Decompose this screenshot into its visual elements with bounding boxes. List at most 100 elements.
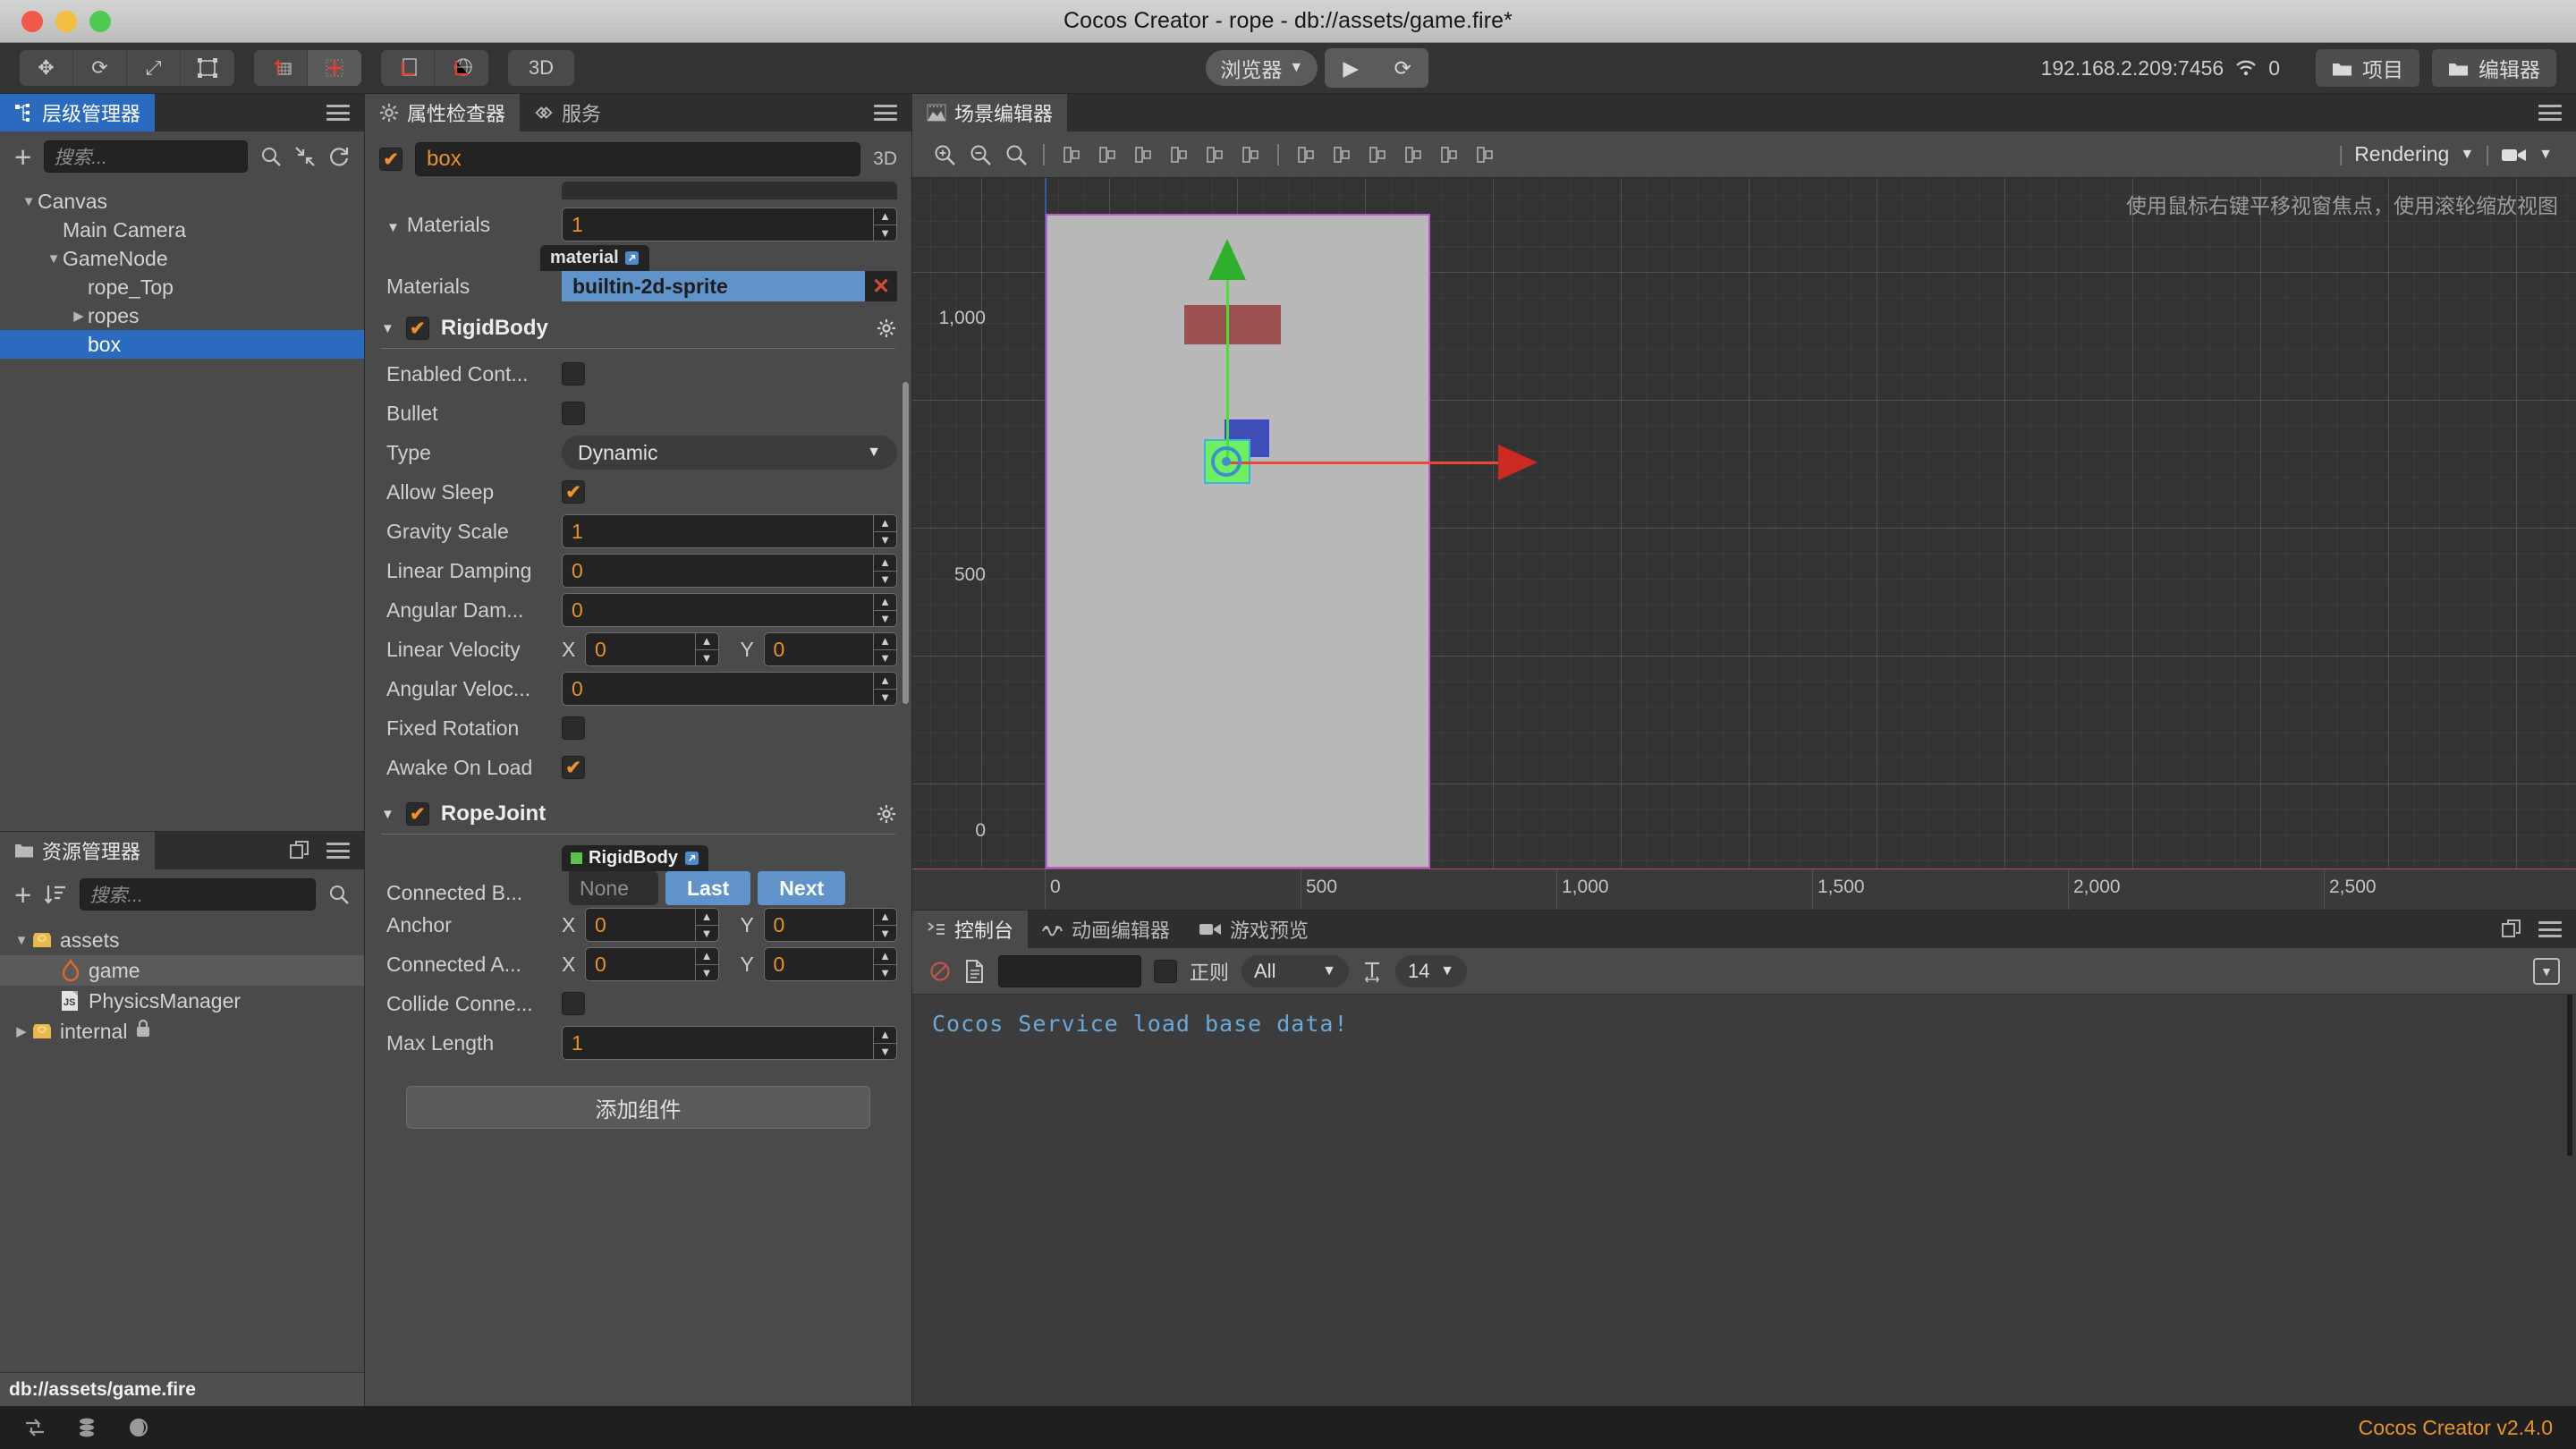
console-menu-icon[interactable] — [2538, 921, 2562, 937]
disclosure-triangle-icon[interactable]: ▶ — [70, 308, 88, 324]
disclosure-triangle-icon[interactable]: ▼ — [20, 194, 38, 209]
asset-item-assets[interactable]: ▼ assets — [0, 925, 364, 955]
sync-icon[interactable] — [23, 1416, 47, 1439]
collide-conne-checkbox[interactable] — [562, 992, 585, 1015]
move-tool-button[interactable]: ✥ — [20, 50, 73, 86]
angular-veloc-stepper[interactable]: ▲ ▼ — [873, 672, 896, 706]
materials-remove-button[interactable]: ✕ — [865, 271, 897, 301]
connected-body-next-button[interactable]: Next — [758, 871, 846, 905]
console-font-size-select[interactable]: 14 ▼ — [1395, 954, 1468, 987]
tab-services[interactable]: 服务 — [520, 94, 616, 131]
external-link-icon[interactable] — [684, 851, 699, 866]
triangle-down-icon[interactable]: ▼ — [386, 220, 400, 235]
assets-menu-icon[interactable] — [326, 843, 350, 859]
gizmo-y-arrow[interactable] — [1208, 239, 1246, 280]
console-scroll-bottom-button[interactable]: ▼ — [2533, 957, 2560, 985]
distribute-center-icon-button[interactable] — [1431, 137, 1467, 173]
tab-assets[interactable]: 资源管理器 — [0, 832, 156, 869]
distribute-left-icon-button[interactable] — [1395, 137, 1431, 173]
disclosure-triangle-icon[interactable]: ▼ — [45, 251, 63, 267]
allow-sleep-checkbox[interactable]: ✔ — [562, 480, 585, 504]
assets-tree[interactable]: ▼ assets game JS PhysicsManager ▶ internal — [0, 919, 364, 1372]
anchor-y-stepper[interactable]: ▲ ▼ — [873, 908, 896, 942]
console-level-filter[interactable]: All ▼ — [1241, 954, 1350, 987]
camera-icon[interactable] — [2501, 146, 2528, 164]
scale-tool-button[interactable]: ⤢ — [127, 50, 181, 86]
rope-top-sprite[interactable] — [1184, 305, 1281, 344]
chevron-down-icon[interactable]: ▼ — [2538, 147, 2553, 163]
assets-search-input[interactable]: 搜索... — [80, 878, 316, 911]
hierarchy-node-ropes[interactable]: ▶ ropes — [0, 301, 364, 330]
asset-item-internal[interactable]: ▶ internal — [0, 1016, 364, 1046]
collapse-all-icon[interactable] — [294, 146, 316, 167]
enabled-cont-checkbox[interactable] — [562, 362, 585, 386]
tab-animation[interactable]: 动画编辑器 — [1028, 911, 1185, 948]
eye-icon[interactable] — [127, 1416, 150, 1439]
anchor-x-stepper[interactable]: ▲ ▼ — [694, 908, 718, 942]
zoom-out-button[interactable] — [962, 137, 998, 173]
hierarchy-node-box[interactable]: box — [0, 330, 364, 359]
popout-icon[interactable] — [2501, 919, 2522, 940]
tab-scene-editor[interactable]: 场景编辑器 — [912, 94, 1068, 131]
console-filter-input[interactable] — [998, 954, 1141, 987]
add-node-button[interactable]: + — [14, 142, 31, 172]
inspector-scrollbar[interactable] — [902, 382, 909, 704]
hierarchy-node-canvas[interactable]: ▼ Canvas — [0, 187, 364, 216]
gravity-scale-input[interactable]: 1 ▲ ▼ — [562, 514, 897, 548]
materials-count-input[interactable]: 1 ▲ ▼ — [562, 208, 897, 242]
align-center-h-icon-button[interactable] — [1089, 137, 1125, 173]
local-coord-tool-button[interactable] — [381, 50, 435, 86]
tab-inspector[interactable]: 属性检查器 — [365, 94, 521, 131]
asset-item-game[interactable]: game — [0, 955, 364, 986]
project-button[interactable]: 项目 — [2316, 49, 2420, 87]
search-icon[interactable] — [328, 884, 350, 905]
fixed-rotation-checkbox[interactable] — [562, 716, 585, 740]
refresh-icon[interactable] — [328, 146, 350, 167]
linear-damping-stepper[interactable]: ▲ ▼ — [873, 554, 896, 588]
sort-icon[interactable] — [44, 883, 67, 906]
linear-damping-input[interactable]: 0 ▲ ▼ — [562, 554, 897, 588]
add-component-button[interactable]: 添加组件 — [406, 1086, 870, 1129]
asset-item-physicsmanager[interactable]: JS PhysicsManager — [0, 986, 364, 1016]
gizmo-x-axis[interactable] — [1227, 462, 1500, 464]
node-enabled-checkbox[interactable]: ✔ — [379, 148, 402, 171]
linear-velocity-x-stepper[interactable]: ▲ ▼ — [694, 632, 718, 666]
play-button[interactable]: ▶ — [1325, 56, 1377, 80]
gear-icon[interactable] — [876, 803, 897, 825]
awake-on-load-checkbox[interactable]: ✔ — [562, 756, 585, 779]
refresh-button[interactable]: ⟳ — [1377, 56, 1428, 80]
materials-count-stepper[interactable]: ▲ ▼ — [873, 208, 896, 242]
save-log-button[interactable] — [964, 959, 986, 983]
zoom-in-button[interactable] — [927, 137, 962, 173]
align-middle-icon-button[interactable] — [1197, 137, 1233, 173]
distribute-right-icon-button[interactable] — [1467, 137, 1503, 173]
popout-icon[interactable] — [289, 840, 310, 861]
gizmo-y-axis[interactable] — [1226, 276, 1229, 462]
distribute-middle-icon-button[interactable] — [1324, 137, 1360, 173]
tab-console[interactable]: 控制台 — [912, 911, 1029, 948]
center-tool-button[interactable] — [308, 50, 361, 86]
align-bottom-icon-button[interactable] — [1233, 137, 1268, 173]
align-top-icon-button[interactable] — [1161, 137, 1197, 173]
connected-a-x-input[interactable]: 0 ▲ ▼ — [585, 947, 719, 981]
rigidbody-enabled-checkbox[interactable]: ✔ — [405, 317, 429, 340]
render-mode-label[interactable]: Rendering — [2354, 142, 2449, 166]
external-link-icon[interactable] — [624, 250, 640, 266]
chevron-down-icon[interactable]: ▼ — [2460, 147, 2474, 163]
anchor-x-input[interactable]: 0 ▲ ▼ — [585, 908, 719, 942]
angular-dam-input[interactable]: 0 ▲ ▼ — [562, 593, 897, 627]
disclosure-triangle-icon[interactable]: ▶ — [13, 1023, 30, 1039]
clear-console-button[interactable] — [928, 960, 952, 983]
triangle-down-icon[interactable]: ▼ — [381, 321, 394, 336]
hierarchy-node-gamenode[interactable]: ▼ GameNode — [0, 244, 364, 273]
type-select[interactable]: Dynamic ▼ — [562, 436, 897, 470]
connected-body-value[interactable]: None — [569, 871, 658, 905]
search-icon[interactable] — [260, 146, 282, 167]
triangle-down-icon[interactable]: ▼ — [381, 807, 394, 822]
bullet-checkbox[interactable] — [562, 402, 585, 425]
align-right-icon-button[interactable] — [1125, 137, 1161, 173]
inspector-menu-icon[interactable] — [874, 105, 897, 121]
anchor-y-input[interactable]: 0 ▲ ▼ — [763, 908, 897, 942]
rect-tool-button[interactable] — [181, 50, 234, 86]
scene-menu-icon[interactable] — [2538, 105, 2562, 121]
